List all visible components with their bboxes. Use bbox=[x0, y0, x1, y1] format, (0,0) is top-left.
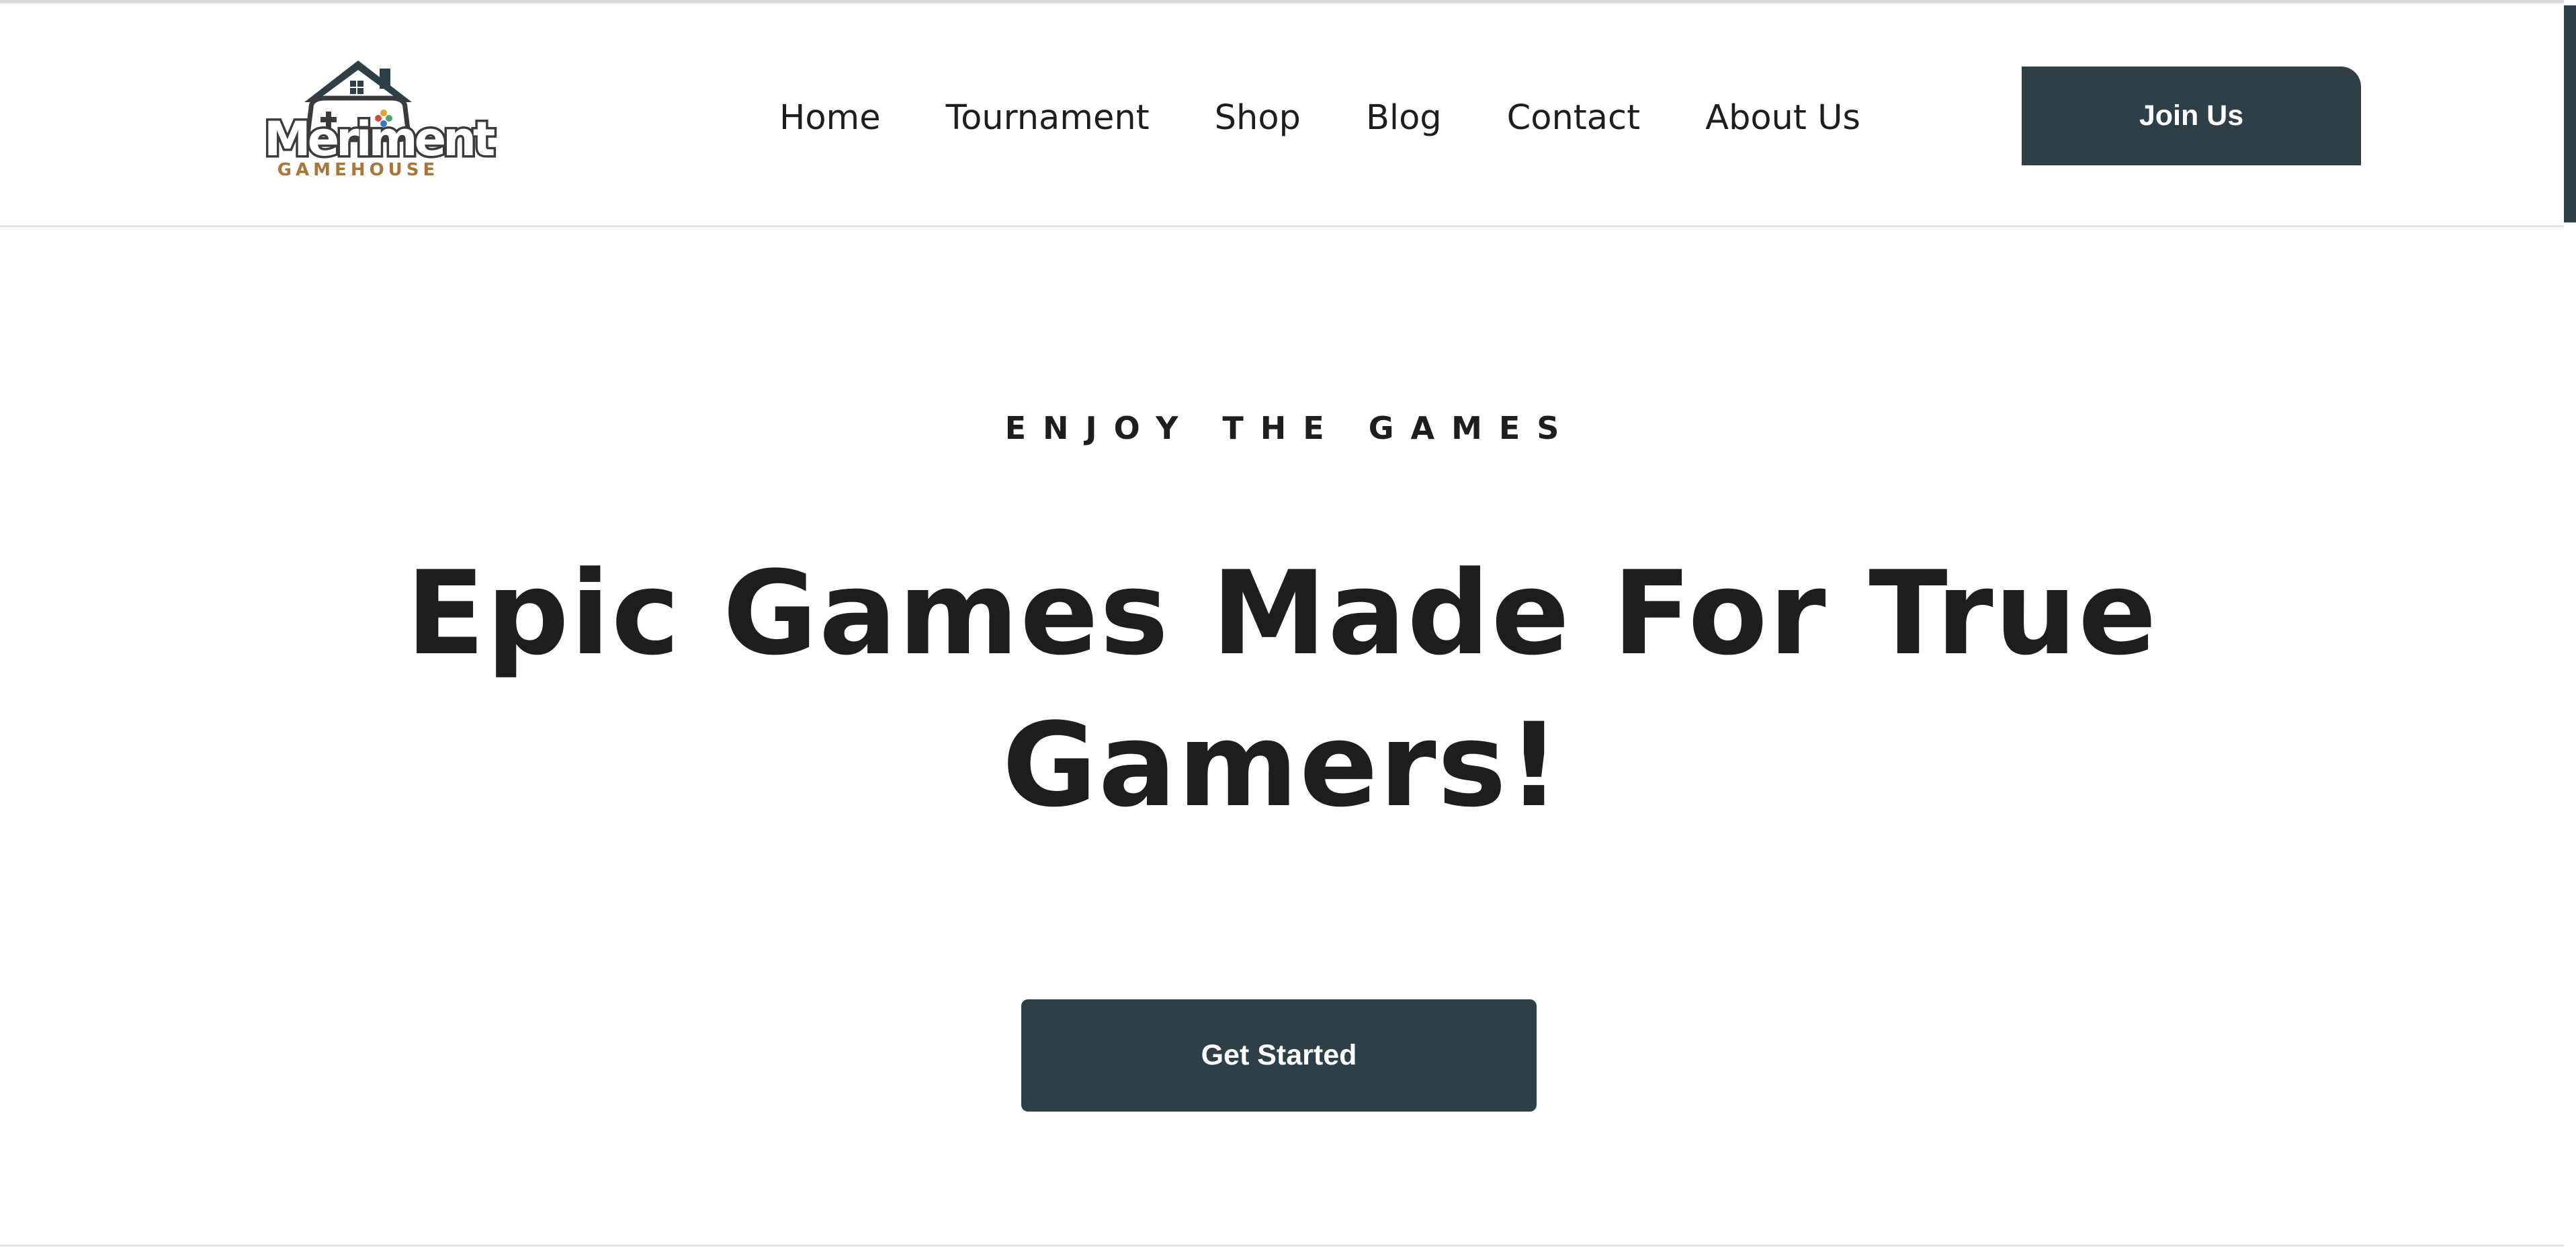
hero-eyebrow: ENJOY THE GAMES bbox=[1004, 410, 1576, 446]
nav-item-home[interactable]: Home bbox=[779, 98, 881, 138]
logo-subtitle: GAMEHOUSE bbox=[277, 160, 439, 180]
join-us-button[interactable]: Join Us bbox=[2022, 67, 2361, 165]
main-nav: Home Tournament Shop Blog Contact About … bbox=[779, 91, 1860, 144]
scrollbar[interactable] bbox=[2564, 0, 2576, 1248]
nav-item-blog[interactable]: Blog bbox=[1366, 98, 1442, 138]
section-divider bbox=[0, 1245, 2564, 1247]
scrollbar-thumb[interactable] bbox=[2564, 5, 2576, 222]
nav-item-tournament[interactable]: Tournament bbox=[946, 98, 1150, 138]
nav-item-contact[interactable]: Contact bbox=[1507, 98, 1640, 138]
hero-headline: Epic Games Made For True Gamers! bbox=[406, 546, 2158, 833]
nav-item-about-us[interactable]: About Us bbox=[1705, 98, 1860, 138]
site-logo[interactable]: Meriment GAMEHOUSE bbox=[262, 54, 498, 181]
nav-item-shop[interactable]: Shop bbox=[1215, 98, 1301, 138]
get-started-button[interactable]: Get Started bbox=[1021, 999, 1537, 1112]
logo-wordmark: Meriment bbox=[262, 112, 498, 167]
site-header: Meriment GAMEHOUSE Home Tournament Shop … bbox=[0, 3, 2564, 227]
page: Meriment GAMEHOUSE Home Tournament Shop … bbox=[0, 0, 2576, 1248]
